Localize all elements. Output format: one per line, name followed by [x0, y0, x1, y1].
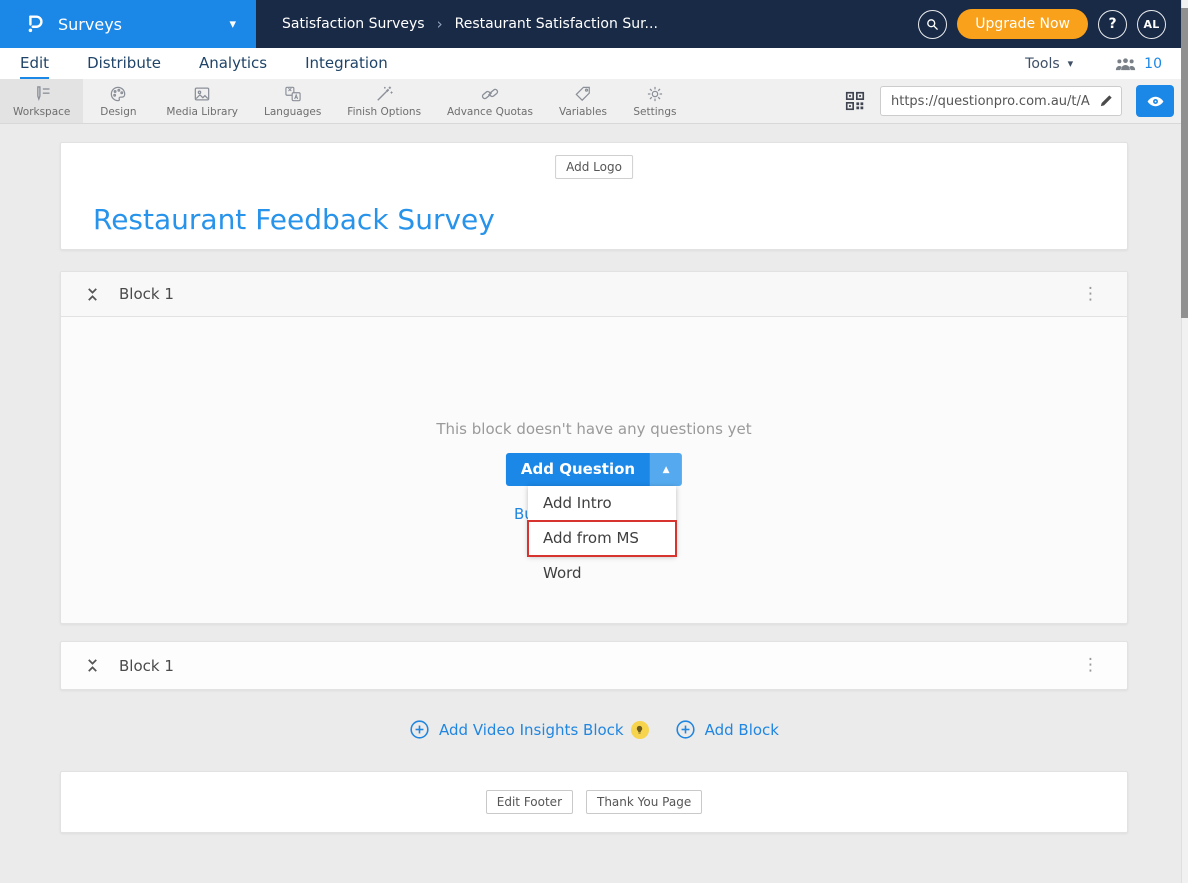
toolbar-item-variables[interactable]: Variables [546, 79, 620, 123]
add-question-button[interactable]: Add Question [506, 453, 650, 486]
toolbar-label: Workspace [13, 106, 70, 118]
tab-distribute[interactable]: Distribute [87, 48, 161, 79]
menu-item-add-intro[interactable]: Add Intro [528, 486, 676, 521]
empty-block-message: This block doesn't have any questions ye… [61, 420, 1127, 438]
eye-icon [1146, 92, 1165, 111]
search-button[interactable] [918, 10, 947, 39]
tab-analytics[interactable]: Analytics [199, 48, 267, 79]
toolbar-label: Settings [633, 106, 676, 118]
top-header: Surveys ▾ Satisfaction Surveys › Restaur… [0, 0, 1188, 48]
menu-item-add-from-ms-word[interactable]: Add from MS Word [528, 521, 676, 556]
collapse-block-icon[interactable] [85, 657, 100, 674]
tools-label: Tools [1025, 56, 1060, 72]
toolbar-item-workspace[interactable]: Workspace [0, 79, 83, 123]
help-button[interactable]: ? [1098, 10, 1127, 39]
product-switcher[interactable]: Surveys ▾ [0, 0, 256, 48]
add-block-row: Add Video Insights Block Add Block [0, 719, 1188, 740]
block-menu-kebab-icon[interactable]: ⋮ [1078, 657, 1103, 674]
lightbulb-icon [634, 724, 645, 736]
toolbar-item-settings[interactable]: Settings [620, 79, 690, 123]
survey-header-card: Add Logo Restaurant Feedback Survey [60, 142, 1128, 250]
survey-url-input[interactable] [880, 86, 1122, 116]
scrollbar-thumb[interactable] [1181, 8, 1188, 318]
design-palette-icon [108, 84, 128, 104]
chevron-up-icon: ▲ [663, 465, 670, 475]
add-logo-button[interactable]: Add Logo [555, 155, 633, 179]
block-name[interactable]: Block 1 [119, 285, 174, 303]
survey-url-field [880, 86, 1122, 116]
upgrade-now-button[interactable]: Upgrade Now [957, 9, 1088, 39]
chevron-down-icon: ▾ [229, 17, 236, 32]
survey-title[interactable]: Restaurant Feedback Survey [93, 203, 495, 236]
header-actions: Upgrade Now ? AL [918, 9, 1188, 39]
block-card-1: Block 1 ⋮ This block doesn't have any qu… [60, 271, 1128, 624]
breadcrumb-separator-icon: › [437, 15, 443, 33]
edit-url-pencil-icon[interactable] [1098, 92, 1115, 109]
plus-circle-icon [675, 719, 696, 740]
breadcrumb: Satisfaction Surveys › Restaurant Satisf… [282, 15, 658, 33]
settings-gear-icon [645, 84, 665, 104]
block-header: Block 1 ⋮ [61, 642, 1127, 689]
scrollbar-track[interactable] [1181, 0, 1188, 883]
toolbar-label: Design [100, 106, 136, 118]
nav-row: Edit Distribute Analytics Integration To… [0, 48, 1188, 79]
tools-menu[interactable]: Tools ▾ [1025, 56, 1073, 72]
search-icon [925, 17, 940, 32]
toolbar-label: Languages [264, 106, 321, 118]
add-video-insights-block-link[interactable]: Add Video Insights Block [409, 719, 649, 740]
qr-code-icon[interactable] [844, 90, 866, 112]
block-menu-kebab-icon[interactable]: ⋮ [1078, 286, 1103, 303]
toolbar-right [844, 79, 1188, 123]
add-question-menu: Add Intro Add from MS Word [528, 486, 676, 556]
languages-translate-icon [283, 84, 303, 104]
edit-footer-button[interactable]: Edit Footer [486, 790, 573, 814]
finish-wand-icon [374, 84, 394, 104]
add-video-insights-label: Add Video Insights Block [439, 721, 624, 739]
toolbar-item-design[interactable]: Design [83, 79, 153, 123]
add-block-label: Add Block [705, 721, 779, 739]
chevron-down-icon: ▾ [1068, 57, 1074, 70]
editor-toolbar: Workspace Design Media Library Languages [0, 79, 1188, 124]
add-question-split-button: Add Question ▲ [506, 453, 682, 486]
block-header: Block 1 ⋮ [61, 272, 1127, 317]
help-icon: ? [1108, 16, 1116, 32]
questionpro-logo-icon [24, 13, 46, 35]
toolbar-label: Variables [559, 106, 607, 118]
section-tabs: Edit Distribute Analytics Integration [20, 48, 388, 79]
toolbar-item-advance-quotas[interactable]: Advance Quotas [434, 79, 546, 123]
toolbar-label: Advance Quotas [447, 106, 533, 118]
survey-footer-card: Edit Footer Thank You Page [60, 771, 1128, 833]
tab-edit[interactable]: Edit [20, 48, 49, 79]
people-group-icon [1115, 57, 1136, 71]
toolbar-label: Finish Options [347, 106, 421, 118]
collaborators-button[interactable]: 10 [1115, 56, 1162, 72]
toolbar-label: Media Library [166, 106, 238, 118]
workspace-icon [32, 84, 52, 104]
preview-button[interactable] [1136, 85, 1174, 117]
toolbar-item-media-library[interactable]: Media Library [153, 79, 251, 123]
avatar[interactable]: AL [1137, 10, 1166, 39]
tab-integration[interactable]: Integration [305, 48, 388, 79]
nav-right: Tools ▾ 10 [1025, 56, 1162, 72]
plus-circle-icon [409, 719, 430, 740]
breadcrumb-survey-name[interactable]: Restaurant Satisfaction Sur... [455, 16, 658, 32]
add-question-dropdown-toggle[interactable]: ▲ [650, 453, 682, 486]
breadcrumb-folder[interactable]: Satisfaction Surveys [282, 16, 425, 32]
collaborators-count: 10 [1144, 56, 1162, 72]
variables-tag-icon [573, 84, 593, 104]
add-block-link[interactable]: Add Block [675, 719, 779, 740]
block-card-2: Block 1 ⋮ [60, 641, 1128, 690]
media-image-icon [192, 84, 212, 104]
product-name: Surveys [58, 15, 122, 34]
block-name[interactable]: Block 1 [119, 657, 174, 675]
collapse-block-icon[interactable] [85, 286, 100, 303]
toolbar-item-finish-options[interactable]: Finish Options [334, 79, 434, 123]
thank-you-page-button[interactable]: Thank You Page [586, 790, 702, 814]
premium-badge [631, 721, 649, 739]
quotas-link-icon [480, 84, 500, 104]
toolbar-item-languages[interactable]: Languages [251, 79, 334, 123]
